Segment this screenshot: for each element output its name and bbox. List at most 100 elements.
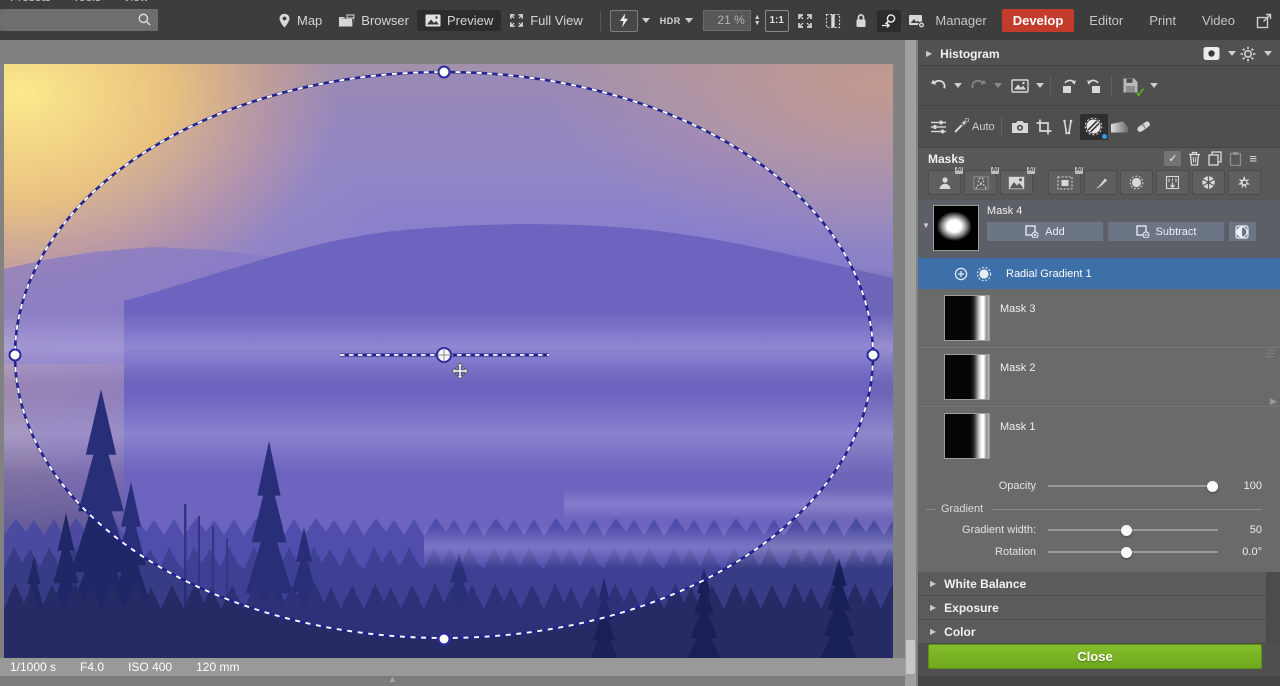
delete-mask-icon[interactable] [1188, 151, 1201, 166]
full-view-button[interactable]: Full View [501, 10, 591, 31]
app-window: Presets Tools View Map Browser Preview [0, 0, 1280, 686]
collapse-arrow-icon: ▶ [930, 603, 936, 612]
crop-icon[interactable] [1032, 115, 1056, 139]
white-balance-section-header[interactable]: ▶ White Balance [918, 572, 1266, 595]
panel-resize-rail[interactable]: ▶ [1263, 168, 1280, 686]
hdr-label[interactable]: HDR [660, 16, 681, 26]
brush-mask-button[interactable] [1084, 170, 1117, 195]
masks-menu-icon[interactable]: ≡ [1249, 151, 1256, 166]
filter-wheel-mask-button[interactable] [1192, 170, 1225, 195]
mask4-expander-icon[interactable]: ▼ [922, 221, 930, 230]
zoom-1to1-button[interactable]: 1:1 [765, 10, 789, 32]
invert-mask-button[interactable] [1229, 222, 1256, 241]
save-icon[interactable]: ✓ [1118, 74, 1142, 98]
zoom-level-input[interactable]: 21 % [703, 10, 751, 31]
mask4-thumbnail[interactable] [933, 205, 979, 251]
auto-wand-icon[interactable] [950, 115, 970, 139]
image-canvas[interactable]: 1/1000 s F4.0 ISO 400 120 mm ▲ [0, 40, 918, 686]
color-section-header[interactable]: ▶ Color [918, 620, 1266, 643]
flash-dropdown-caret[interactable] [642, 18, 650, 23]
add-to-mask-button[interactable]: Add [987, 222, 1103, 241]
module-tab-video[interactable]: Video [1191, 9, 1246, 32]
histogram-section-header[interactable]: ▶ Histogram [918, 42, 1280, 66]
mask2-row[interactable]: Mask 2 [918, 348, 1280, 407]
ai-people-mask-button[interactable]: AI [928, 170, 961, 195]
masking-brush-tool-active[interactable] [1080, 114, 1108, 140]
gear-dropdown-caret[interactable] [1264, 51, 1272, 56]
auto-label[interactable]: Auto [972, 121, 995, 133]
search-input[interactable] [6, 10, 132, 29]
redo-dropdown-caret[interactable] [994, 83, 1002, 88]
linear-gradient-mask-button[interactable] [1156, 170, 1189, 195]
filmstrip-toggle-button[interactable] [821, 10, 845, 32]
duplicate-mask-icon[interactable] [1208, 151, 1222, 166]
mask4-row[interactable]: ▼ Mask 4 Add Subtract [918, 200, 1280, 258]
rotation-slider-thumb[interactable] [1121, 547, 1132, 558]
image-dropdown-caret[interactable] [1036, 83, 1044, 88]
mask3-thumbnail[interactable] [944, 295, 990, 341]
browser-button[interactable]: Browser [330, 10, 417, 31]
compare-view-button[interactable] [877, 10, 901, 32]
rotation-slider[interactable] [1048, 551, 1218, 553]
rail-grip-icon[interactable] [1266, 350, 1275, 357]
subtract-from-mask-button[interactable]: Subtract [1108, 222, 1224, 241]
undo-dropdown-caret[interactable] [954, 83, 962, 88]
mask1-thumbnail[interactable] [944, 413, 990, 459]
external-window-icon[interactable] [1256, 13, 1272, 29]
original-image-icon[interactable] [1008, 74, 1032, 98]
straighten-icon[interactable] [1056, 115, 1080, 139]
hdr-dropdown-caret[interactable] [685, 18, 693, 23]
settings-gear-icon[interactable] [1240, 46, 1256, 62]
exposure-section-header[interactable]: ▶ Exposure [918, 596, 1266, 619]
camera-icon[interactable] [1008, 115, 1032, 139]
gradient-filter-icon[interactable] [1108, 115, 1132, 139]
flash-preview-button[interactable] [610, 10, 638, 32]
module-tab-print[interactable]: Print [1138, 9, 1187, 32]
rotate-right-icon[interactable] [1081, 74, 1105, 98]
filmstrip-expand-arrow-icon[interactable]: ▲ [388, 674, 397, 684]
zoom-stepper[interactable]: ▲▼ [754, 15, 761, 27]
mask2-thumbnail[interactable] [944, 354, 990, 400]
save-dropdown-caret[interactable] [1150, 83, 1158, 88]
search-box[interactable] [0, 9, 158, 31]
gradient-group-header[interactable]: Gradient [926, 501, 1262, 517]
lock-button[interactable] [849, 10, 873, 32]
preview-button[interactable]: Preview [417, 10, 501, 31]
add-gradient-icon[interactable] [954, 267, 968, 281]
gradient-width-slider-thumb[interactable] [1121, 525, 1132, 536]
gradient-width-slider[interactable] [1048, 529, 1218, 531]
scrollbar-thumb[interactable] [906, 640, 915, 674]
ai-subject-mask-button[interactable]: AI [964, 170, 997, 195]
redo-icon[interactable] [966, 74, 990, 98]
panel-collapse-arrow-icon[interactable]: ▶ [1270, 396, 1277, 407]
opacity-slider[interactable] [1048, 485, 1218, 487]
mask3-row[interactable]: Mask 3 [918, 289, 1280, 348]
module-tab-develop[interactable]: Develop [1002, 9, 1075, 32]
opacity-slider-thumb[interactable] [1207, 481, 1218, 492]
menu-item[interactable]: View [123, 0, 149, 4]
magic-wand-mask-button[interactable] [1228, 170, 1261, 195]
opacity-value: 100 [1228, 480, 1262, 492]
menu-item[interactable]: Presets [10, 0, 51, 4]
overlay-dropdown-caret[interactable] [1228, 51, 1236, 56]
module-tab-editor[interactable]: Editor [1078, 9, 1134, 32]
adjustments-sliders-icon[interactable] [926, 115, 950, 139]
map-button[interactable]: Map [270, 10, 330, 32]
menu-item[interactable]: Tools [73, 0, 101, 4]
undo-icon[interactable] [926, 74, 950, 98]
overlay-display-icon[interactable] [1203, 46, 1220, 61]
radial-gradient-item-selected[interactable]: Radial Gradient 1 [918, 258, 1280, 289]
ai-selection-mask-button[interactable]: AI [1048, 170, 1081, 195]
paste-mask-icon[interactable] [1229, 151, 1242, 166]
ai-sky-mask-button[interactable]: AI [1000, 170, 1033, 195]
radial-gradient-mask-button[interactable] [1120, 170, 1153, 195]
mask1-row[interactable]: Mask 1 [918, 407, 1280, 466]
masks-enable-check-icon[interactable]: ✓ [1164, 151, 1181, 166]
canvas-vertical-scrollbar[interactable] [905, 40, 916, 686]
collapse-arrow-icon: ▶ [930, 627, 936, 636]
healing-bandage-icon[interactable] [1132, 115, 1156, 139]
module-tab-manager[interactable]: Manager [924, 9, 997, 32]
close-button[interactable]: Close [928, 644, 1262, 669]
fit-to-screen-button[interactable] [793, 10, 817, 32]
rotate-left-icon[interactable] [1057, 74, 1081, 98]
